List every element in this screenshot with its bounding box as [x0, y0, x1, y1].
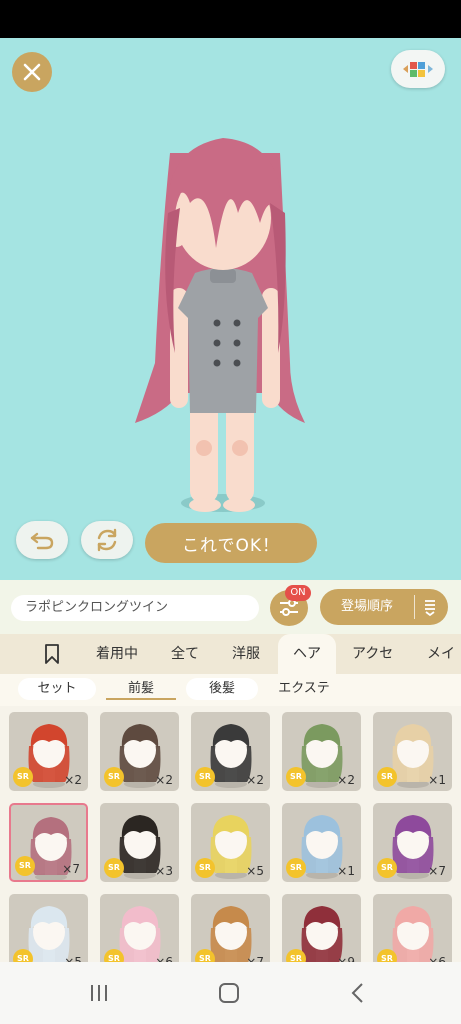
tab-hair[interactable]: ヘア: [278, 634, 336, 674]
item-count: ×2: [246, 773, 264, 787]
hair-item-8[interactable]: SR ×5: [191, 803, 270, 882]
home-button[interactable]: [214, 980, 244, 1006]
rarity-badge: SR: [195, 949, 215, 962]
undo-button[interactable]: [16, 521, 68, 559]
rarity-badge: SR: [104, 858, 124, 878]
rarity-badge: SR: [104, 767, 124, 787]
subtab-extensions[interactable]: エクステ: [268, 678, 340, 700]
rarity-badge: SR: [195, 858, 215, 878]
status-bar: [0, 0, 461, 38]
hair-item-5[interactable]: SR ×1: [373, 712, 452, 791]
item-count: ×7: [246, 955, 264, 962]
hair-item-7[interactable]: SR ×3: [100, 803, 179, 882]
recent-apps-icon: [91, 985, 107, 1001]
sort-divider: [414, 595, 415, 619]
rarity-badge: SR: [377, 767, 397, 787]
tab-bookmark[interactable]: [36, 634, 68, 674]
rarity-badge: SR: [104, 949, 124, 962]
item-count: ×5: [64, 955, 82, 962]
hair-item-1[interactable]: SR ×2: [9, 712, 88, 791]
palette-menu-button[interactable]: [391, 50, 445, 88]
back-button[interactable]: [343, 980, 373, 1006]
close-button[interactable]: [12, 52, 52, 92]
item-count: ×7: [428, 864, 446, 878]
confirm-ok-button[interactable]: これでOK！: [145, 523, 317, 563]
sliders-icon: [280, 599, 298, 616]
rarity-badge: SR: [377, 858, 397, 878]
sort-label: 登場順序: [340, 599, 393, 614]
item-count: ×1: [337, 864, 355, 878]
tab-makeup[interactable]: メイ: [427, 634, 455, 674]
item-count: ×2: [337, 773, 355, 787]
hair-item-13[interactable]: SR ×7: [191, 894, 270, 962]
system-nav-bar: [0, 962, 461, 1024]
item-count: ×2: [64, 773, 82, 787]
hair-item-14[interactable]: SR ×9: [282, 894, 361, 962]
hair-item-11[interactable]: SR ×5: [9, 894, 88, 962]
sort-button[interactable]: 登場順序: [320, 589, 448, 625]
app-screen: これでOK！ ラポピンクロングツイン ON 登場順序 着用中 全て 洋服 ヘア …: [0, 0, 461, 1024]
rarity-badge: SR: [286, 858, 306, 878]
tab-all[interactable]: 全て: [171, 634, 199, 674]
avatar-figure: [135, 138, 305, 512]
hair-subtabs: セット 前髪 後髪 エクステ: [0, 674, 461, 706]
hair-item-3[interactable]: SR ×2: [191, 712, 270, 791]
refresh-button[interactable]: [81, 521, 133, 559]
rarity-badge: SR: [13, 767, 33, 787]
item-count: ×2: [155, 773, 173, 787]
item-count: ×1: [428, 773, 446, 787]
item-name-field: ラポピンクロングツイン: [11, 595, 259, 621]
back-chevron-icon: [351, 983, 363, 1003]
hair-item-15[interactable]: SR ×6: [373, 894, 452, 962]
rarity-badge: SR: [377, 949, 397, 962]
tab-clothes[interactable]: 洋服: [232, 634, 260, 674]
subtab-back-hair[interactable]: 後髪: [186, 678, 258, 700]
item-toolbar: ラポピンクロングツイン ON 登場順序: [0, 580, 461, 634]
filter-on-badge: ON: [285, 585, 311, 601]
item-count: ×6: [155, 955, 173, 962]
hair-item-12[interactable]: SR ×6: [100, 894, 179, 962]
bookmark-icon: [45, 644, 59, 664]
hair-item-grid: SR ×2 SR ×2 SR ×2 SR ×2 SR ×1 SR ×7 SR ×3 SR ×5 SR ×1 SR ×7…: [0, 706, 461, 962]
close-icon: [23, 63, 41, 81]
category-tabs: 着用中 全て 洋服 ヘア アクセ メイ: [0, 634, 461, 674]
tab-accessories[interactable]: アクセ: [352, 634, 393, 674]
tab-wearing[interactable]: 着用中: [96, 634, 138, 674]
refresh-icon: [97, 528, 117, 552]
rarity-badge: SR: [195, 767, 215, 787]
item-count: ×9: [337, 955, 355, 962]
undo-arrow-icon: [30, 532, 54, 550]
rarity-badge: SR: [15, 856, 35, 876]
rarity-badge: SR: [286, 767, 306, 787]
subtab-front-hair[interactable]: 前髪: [106, 678, 176, 700]
home-icon: [219, 983, 239, 1003]
item-count: ×3: [155, 864, 173, 878]
avatar-preview-stage: これでOK！: [0, 38, 461, 580]
item-count: ×5: [246, 864, 264, 878]
hair-item-4[interactable]: SR ×2: [282, 712, 361, 791]
subtab-set[interactable]: セット: [18, 678, 96, 700]
recent-apps-button[interactable]: [84, 980, 114, 1006]
item-count: ×7: [62, 862, 80, 876]
color-blocks-icon: [403, 62, 433, 77]
hair-item-6[interactable]: SR ×7: [9, 803, 88, 882]
item-count: ×6: [428, 955, 446, 962]
hair-item-10[interactable]: SR ×7: [373, 803, 452, 882]
hair-item-9[interactable]: SR ×1: [282, 803, 361, 882]
sort-order-icon[interactable]: [420, 597, 440, 617]
rarity-badge: SR: [13, 949, 33, 962]
rarity-badge: SR: [286, 949, 306, 962]
hair-item-2[interactable]: SR ×2: [100, 712, 179, 791]
